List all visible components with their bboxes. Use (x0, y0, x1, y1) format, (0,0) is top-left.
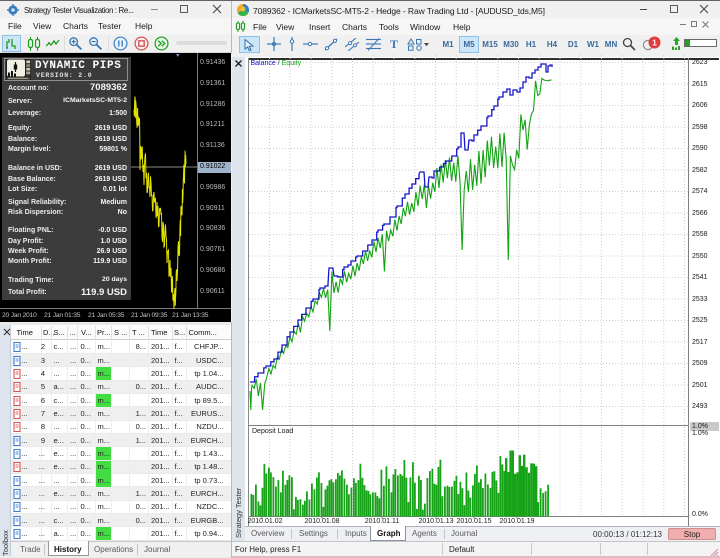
svg-text:1: 1 (652, 38, 657, 48)
